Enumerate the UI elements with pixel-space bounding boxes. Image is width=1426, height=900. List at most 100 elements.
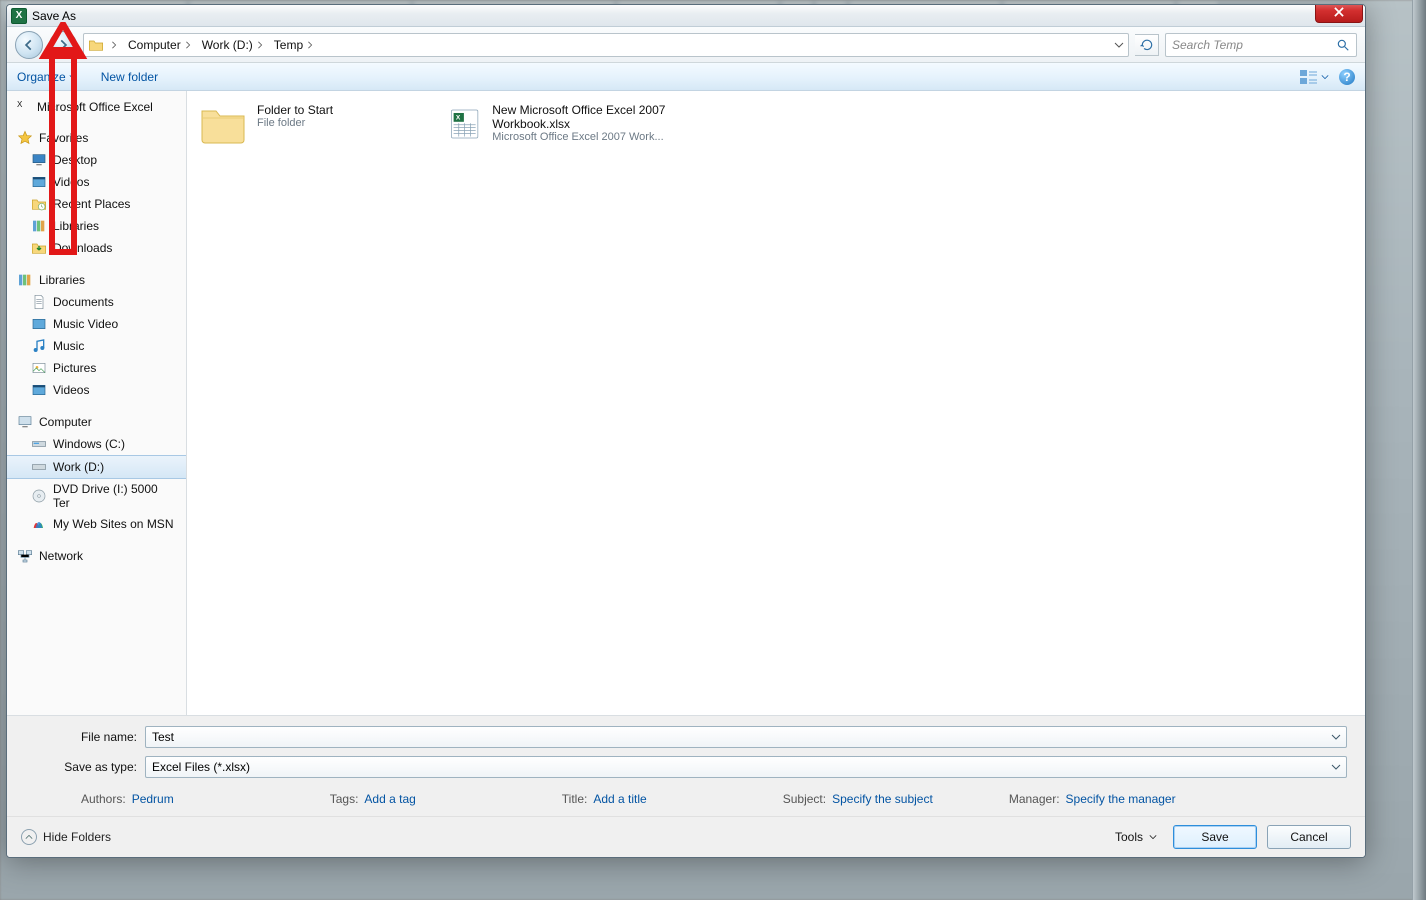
help-button[interactable]: ? [1339,69,1355,85]
nav-bar: Computer Work (D:) Temp Search Temp [7,27,1365,63]
downloads-icon [31,240,47,256]
nav-network[interactable]: Network [7,545,186,567]
nav-computer[interactable]: Computer [7,411,186,433]
arrow-right-icon [56,38,70,52]
subject-label: Subject: [783,792,826,806]
save-button[interactable]: Save [1173,825,1257,849]
refresh-button[interactable] [1135,34,1159,56]
nav-fav-videos[interactable]: Videos [7,171,186,193]
nav-msn-sites[interactable]: My Web Sites on MSN [7,513,186,535]
tools-menu[interactable]: Tools [1115,830,1157,844]
search-placeholder: Search Temp [1172,38,1243,52]
nav-favorites[interactable]: Favorites [7,127,186,149]
computer-icon [17,414,33,430]
chevron-down-icon[interactable] [1328,729,1344,745]
forward-button[interactable] [49,31,77,59]
item-name: New Microsoft Office Excel 2007 Workbook… [492,103,679,131]
breadcrumb-computer[interactable]: Computer [124,36,196,54]
tags-value[interactable]: Add a tag [364,792,415,806]
tags-label: Tags: [330,792,359,806]
nav-fav-desktop[interactable]: Desktop [7,149,186,171]
authors-value[interactable]: Pedrum [132,792,174,806]
metadata-row: Authors:Pedrum Tags:Add a tag Title:Add … [25,786,1347,806]
drive-icon [31,459,47,475]
disc-icon [31,488,47,504]
dialog-footer: Hide Folders Tools Save Cancel [7,816,1365,857]
desktop-icon [31,152,47,168]
organize-toolbar: Organize New folder ? [7,63,1365,91]
nav-excel[interactable]: X Microsoft Office Excel [7,97,186,117]
video-icon [31,316,47,332]
arrow-left-icon [22,38,36,52]
item-type: File folder [257,117,333,129]
video-icon [31,382,47,398]
nav-pane: X Microsoft Office Excel Favorites Deskt… [7,91,187,715]
title-value[interactable]: Add a title [593,792,646,806]
search-input[interactable]: Search Temp [1165,33,1357,57]
refresh-icon [1140,38,1154,52]
item-name: Folder to Start [257,103,333,117]
collapse-icon [21,829,37,845]
type-label: Save as type: [25,760,137,774]
hide-folders-button[interactable]: Hide Folders [21,829,111,845]
nav-lib-videos[interactable]: Videos [7,379,186,401]
pictures-icon [31,360,47,376]
nav-drive-d[interactable]: Work (D:) [7,455,186,479]
chevron-down-icon[interactable] [1328,759,1344,775]
nav-fav-libraries[interactable]: Libraries [7,215,186,237]
view-options-button[interactable] [1299,69,1329,85]
excel-file-icon: X [447,103,482,145]
nav-fav-downloads[interactable]: Downloads [7,237,186,259]
type-value: Excel Files (*.xlsx) [152,760,250,774]
breadcrumb-folder[interactable]: Temp [270,36,318,54]
nav-drive-c[interactable]: Windows (C:) [7,433,186,455]
item-folder[interactable]: Folder to Start File folder [195,99,435,149]
breadcrumb-drive[interactable]: Work (D:) [198,36,268,54]
filename-label: File name: [25,730,137,744]
view-icon [1299,69,1319,85]
filename-value: Test [152,730,174,744]
search-icon [1336,38,1350,52]
network-icon [17,548,33,564]
item-type: Microsoft Office Excel 2007 Work... [492,131,679,143]
nav-lib-documents[interactable]: Documents [7,291,186,313]
libraries-icon [17,272,33,288]
breadcrumb-root[interactable] [106,39,122,51]
organize-menu[interactable]: Organize [17,70,77,84]
nav-lib-musicvideo[interactable]: Music Video [7,313,186,335]
manager-label: Manager: [1009,792,1060,806]
close-icon [1332,5,1346,19]
folder-icon [88,37,104,53]
filename-input[interactable]: Test [145,726,1347,748]
nav-lib-pictures[interactable]: Pictures [7,357,186,379]
manager-value[interactable]: Specify the manager [1066,792,1176,806]
drive-icon [31,436,47,452]
titlebar[interactable]: X Save As [7,5,1365,27]
file-list[interactable]: Folder to Start File folder X New Micros… [187,91,1365,715]
nav-libraries[interactable]: Libraries [7,269,186,291]
music-icon [31,338,47,354]
save-as-dialog: X Save As Computer Work (D:) Temp Search [6,4,1366,858]
nav-lib-music[interactable]: Music [7,335,186,357]
excel-icon: X [17,100,31,114]
nav-dvd-drive[interactable]: DVD Drive (I:) 5000 Ter [7,479,186,513]
document-icon [31,294,47,310]
new-folder-button[interactable]: New folder [101,70,158,84]
video-icon [31,174,47,190]
help-icon: ? [1339,69,1355,85]
chevron-down-icon [1321,73,1329,81]
close-button[interactable] [1315,4,1363,23]
chevron-down-icon[interactable] [1114,40,1124,50]
recent-icon [31,196,47,212]
msn-icon [31,516,47,532]
cancel-button[interactable]: Cancel [1267,825,1351,849]
nav-fav-recent[interactable]: Recent Places [7,193,186,215]
type-select[interactable]: Excel Files (*.xlsx) [145,756,1347,778]
chevron-down-icon [69,73,77,81]
subject-value[interactable]: Specify the subject [832,792,933,806]
address-bar[interactable]: Computer Work (D:) Temp [83,33,1129,57]
back-button[interactable] [15,31,43,59]
folder-icon [199,103,247,145]
item-excel-file[interactable]: X New Microsoft Office Excel 2007 Workbo… [443,99,683,149]
title-label: Title: [562,792,588,806]
